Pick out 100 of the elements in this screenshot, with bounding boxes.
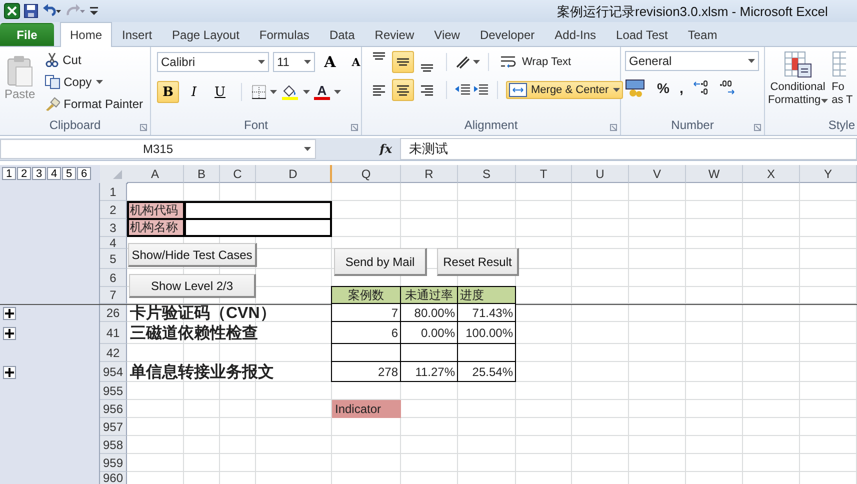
currency-icon[interactable]	[625, 79, 647, 97]
center-button[interactable]	[392, 79, 414, 101]
merge-center-button[interactable]: Merge & Center	[506, 81, 623, 99]
row-header[interactable]: 4	[100, 237, 127, 249]
dropdown-caret-icon[interactable]	[334, 90, 341, 94]
column-header[interactable]: R	[401, 165, 458, 183]
dropdown-caret-icon[interactable]	[304, 147, 311, 151]
row-header[interactable]: 26	[100, 304, 127, 322]
bold-button[interactable]: B	[157, 81, 179, 103]
decrease-indent-icon[interactable]	[455, 83, 471, 97]
column-header[interactable]: D	[256, 165, 332, 183]
insert-function-button[interactable]: fx	[380, 142, 392, 156]
row-header[interactable]: 42	[100, 344, 127, 362]
row-header[interactable]: 7	[100, 287, 127, 304]
percent-style-button[interactable]: %	[657, 80, 670, 96]
column-header[interactable]: B	[184, 165, 220, 183]
copy-button[interactable]: Copy	[42, 73, 146, 91]
customize-menu-icon[interactable]	[90, 6, 98, 16]
formula-field[interactable]: 未测试	[400, 138, 857, 160]
column-header[interactable]: S	[458, 165, 516, 183]
row-header[interactable]: 956	[100, 400, 127, 418]
dropdown-caret-icon[interactable]	[612, 88, 620, 92]
outline-level-button[interactable]: 3	[32, 167, 46, 180]
conditional-formatting-button[interactable]: Conditional Formatting	[768, 51, 828, 117]
sheet-button[interactable]: Show Level 2/3	[129, 274, 256, 298]
italic-button[interactable]: I	[183, 81, 205, 103]
decrease-decimal-icon[interactable]	[719, 80, 736, 96]
spreadsheet-app-icon[interactable]	[4, 3, 20, 19]
ribbon-tab[interactable]: Data	[319, 23, 365, 46]
dropdown-caret-icon[interactable]	[303, 90, 310, 94]
borders-icon[interactable]	[252, 85, 266, 99]
dialog-launcher-icon[interactable]	[610, 124, 617, 131]
row-header[interactable]: 6	[100, 269, 127, 287]
column-header[interactable]: W	[686, 165, 743, 183]
row-header[interactable]: 958	[100, 436, 127, 454]
save-icon[interactable]	[24, 4, 38, 18]
dialog-launcher-icon[interactable]	[140, 124, 147, 131]
expand-button[interactable]	[3, 306, 16, 320]
row-header[interactable]: 5	[100, 249, 127, 269]
font-name-field[interactable]: Calibri	[157, 52, 269, 72]
column-header[interactable]: A	[127, 165, 184, 183]
comma-style-button[interactable]: ,	[679, 80, 684, 96]
shrink-font-button[interactable]: A	[345, 51, 367, 73]
dropdown-caret-icon[interactable]	[258, 60, 265, 64]
undo-icon[interactable]	[42, 4, 62, 18]
dropdown-caret-icon[interactable]	[820, 99, 828, 103]
underline-button[interactable]: U	[209, 81, 231, 103]
merged-cell[interactable]	[184, 201, 332, 219]
column-header[interactable]: V	[629, 165, 686, 183]
ribbon-tab[interactable]: Add-Ins	[544, 23, 606, 46]
dialog-launcher-icon[interactable]	[754, 124, 761, 131]
row-header[interactable]: 1	[100, 183, 127, 201]
merged-cell[interactable]	[184, 219, 332, 237]
outline-level-button[interactable]: 2	[17, 167, 31, 180]
sheet-button[interactable]: Reset Result	[437, 248, 519, 276]
expand-button[interactable]	[3, 326, 16, 340]
font-size-field[interactable]: 11	[273, 52, 315, 72]
column-header[interactable]: T	[516, 165, 572, 183]
wrap-text-button[interactable]: Wrap Text	[497, 53, 574, 71]
column-header[interactable]: Y	[800, 165, 857, 183]
dropdown-caret-icon[interactable]	[748, 59, 755, 63]
ribbon-tab[interactable]: Team	[678, 23, 728, 46]
outline-level-button[interactable]: 5	[62, 167, 76, 180]
fill-color-icon[interactable]	[281, 84, 299, 100]
sheet-button[interactable]: Show/Hide Test Cases	[128, 243, 257, 267]
ribbon-tab[interactable]: Load Test	[606, 23, 678, 46]
align-middle-button[interactable]	[392, 51, 414, 73]
dropdown-caret-icon[interactable]	[304, 60, 311, 64]
file-tab[interactable]: File	[0, 23, 54, 46]
column-header[interactable]: Q	[332, 165, 401, 183]
grow-font-button[interactable]: A	[319, 51, 341, 73]
font-color-button[interactable]: A	[314, 84, 330, 100]
sheet-button[interactable]: Send by Mail	[334, 248, 427, 276]
number-format-field[interactable]: General	[625, 51, 759, 71]
cut-button[interactable]: Cut	[42, 51, 146, 69]
row-header[interactable]: 960	[100, 472, 127, 484]
row-header[interactable]: 2	[100, 201, 127, 219]
format-as-table-button[interactable]: Fo as T	[832, 51, 853, 117]
row-header[interactable]: 3	[100, 219, 127, 237]
outline-level-button[interactable]: 1	[2, 167, 16, 180]
expand-button[interactable]	[3, 366, 16, 378]
dropdown-caret-icon[interactable]	[96, 80, 103, 84]
name-box[interactable]: M315	[0, 139, 316, 159]
format-painter-button[interactable]: Format Painter	[42, 95, 146, 113]
row-header[interactable]: 955	[100, 382, 127, 400]
ribbon-tab[interactable]: View	[424, 23, 470, 46]
ribbon-tab[interactable]: Insert	[112, 23, 162, 46]
column-header[interactable]: U	[572, 165, 629, 183]
ribbon-tab[interactable]: Review	[364, 23, 424, 46]
row-header[interactable]: 959	[100, 454, 127, 472]
outline-level-button[interactable]: 4	[47, 167, 61, 180]
ribbon-tab[interactable]: Developer	[470, 23, 545, 46]
dropdown-caret-icon[interactable]	[270, 90, 277, 94]
dropdown-caret-icon[interactable]	[473, 60, 480, 64]
row-header[interactable]: 957	[100, 418, 127, 436]
increase-indent-icon[interactable]	[473, 83, 489, 97]
row-header[interactable]: 954	[100, 362, 127, 382]
column-header[interactable]: C	[220, 165, 256, 183]
column-header[interactable]: X	[743, 165, 800, 183]
ribbon-tab[interactable]: Formulas	[249, 23, 320, 46]
